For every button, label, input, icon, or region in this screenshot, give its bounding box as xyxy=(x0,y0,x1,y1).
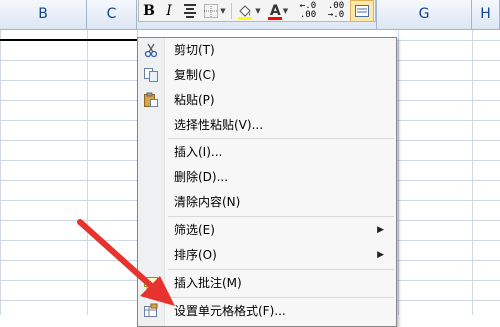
center-align-button[interactable] xyxy=(179,1,201,21)
column-header-g[interactable]: G xyxy=(376,0,472,29)
menu-separator xyxy=(168,138,394,139)
column-divider xyxy=(87,0,88,315)
menu-item-insert-comment[interactable]: 插入批注(M) xyxy=(138,271,396,295)
menu-item-filter[interactable]: 筛选(E) ▶ xyxy=(138,218,396,242)
menu-separator xyxy=(168,269,394,270)
format-cells-icon xyxy=(144,303,158,317)
menu-item-paste[interactable]: 粘贴(P) xyxy=(138,88,396,112)
fill-color-button[interactable]: ▼ xyxy=(234,1,264,21)
column-divider xyxy=(398,0,399,315)
decrease-decimal-button[interactable]: .00 →.0 xyxy=(322,1,350,21)
column-header-c[interactable]: C xyxy=(87,0,137,29)
borders-button[interactable]: ▼ xyxy=(201,1,229,21)
borders-icon xyxy=(204,3,219,18)
format-painter-icon xyxy=(355,4,369,17)
chevron-down-icon[interactable]: ▼ xyxy=(255,7,260,15)
menu-item-paste-special[interactable]: 选择性粘贴(V)... xyxy=(138,113,396,137)
bold-button[interactable]: B xyxy=(139,1,159,21)
menu-item-cut[interactable]: 剪切(T) xyxy=(138,38,396,62)
font-color-swatch xyxy=(268,16,282,20)
menu-item-delete[interactable]: 删除(D)... xyxy=(138,165,396,189)
submenu-arrow-icon: ▶ xyxy=(377,250,384,260)
font-color-button[interactable]: A ▼ xyxy=(264,1,294,21)
menu-item-sort[interactable]: 排序(O) ▶ xyxy=(138,243,396,267)
comment-icon xyxy=(144,277,158,291)
increase-decimal-button[interactable]: ←.0.00 xyxy=(294,1,322,21)
menu-item-copy[interactable]: 复制(C) xyxy=(138,63,396,87)
format-painter-button[interactable] xyxy=(350,0,374,22)
column-divider xyxy=(472,0,473,315)
fill-color-swatch xyxy=(238,16,252,20)
italic-button[interactable]: I xyxy=(159,1,179,21)
submenu-arrow-icon: ▶ xyxy=(377,225,384,235)
menu-item-insert[interactable]: 插入(I)... xyxy=(138,140,396,164)
menu-separator xyxy=(168,297,394,298)
toolbar-separator xyxy=(231,2,232,19)
scissors-icon xyxy=(144,43,158,58)
column-header-b[interactable]: B xyxy=(0,0,87,29)
column-header-h[interactable]: H xyxy=(472,0,500,29)
menu-item-format-cells[interactable]: 设置单元格格式(F)... xyxy=(138,299,396,323)
menu-separator xyxy=(168,216,394,217)
chevron-down-icon[interactable]: ▼ xyxy=(283,7,288,15)
chevron-down-icon[interactable]: ▼ xyxy=(220,7,225,15)
clipboard-icon xyxy=(144,92,158,107)
context-menu: 剪切(T) 复制(C) 粘贴(P) 选择性粘贴(V)... 插入(I)... 删… xyxy=(137,37,397,327)
copy-icon xyxy=(144,68,158,82)
mini-toolbar: B I ▼ ▼ A ▼ ←.0.00 .00 →.0 xyxy=(138,0,376,22)
menu-item-clear-contents[interactable]: 清除内容(N) xyxy=(138,190,396,214)
selected-row-border xyxy=(0,39,138,41)
